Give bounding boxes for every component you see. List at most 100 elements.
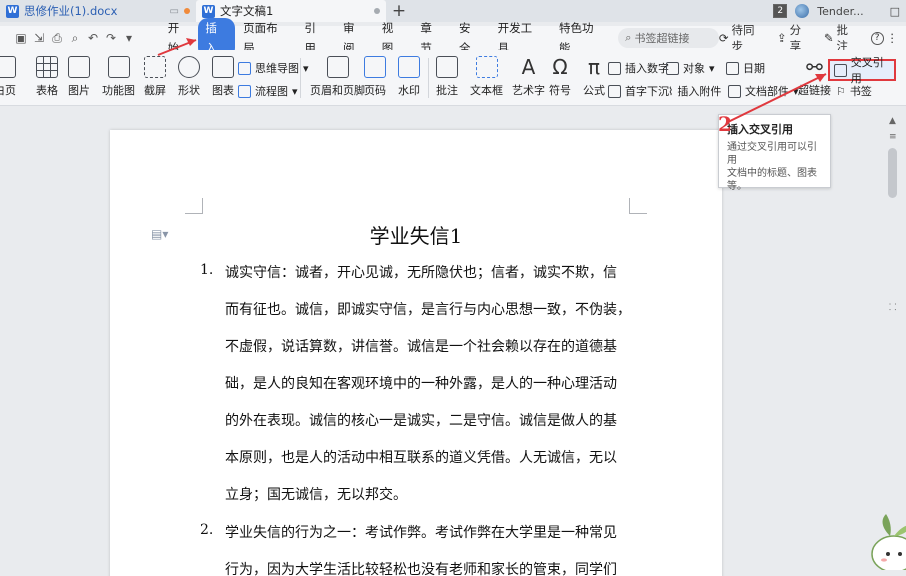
mindmap-icon (238, 61, 251, 75)
flowchart-button[interactable]: 流程图 ▾ (238, 83, 298, 99)
scroll-up-icon[interactable]: ▲ (889, 116, 896, 126)
comment-icon: ✎ (823, 31, 834, 45)
paragraph-line: 立身；国无诚信，无以邦交。 (225, 487, 407, 503)
bookmark-icon: ⚐ (836, 84, 846, 98)
tooltip-line: 通过交叉引用可以引用 (727, 142, 817, 166)
object-icon (666, 61, 679, 75)
table-button[interactable]: 表格 (36, 56, 58, 98)
export-pdf-icon[interactable]: ⇲ (32, 31, 46, 45)
window-count-badge[interactable]: 2 (773, 4, 788, 18)
formula-button[interactable]: π 公式 (583, 56, 605, 98)
tooltip-title: 插入交叉引用 (727, 123, 793, 136)
page-number-icon (364, 56, 386, 78)
help-icon[interactable]: ? (870, 31, 884, 45)
textbox-button[interactable]: 文本框 (470, 56, 503, 98)
scroll-prev-icon[interactable]: ≡ (889, 132, 897, 142)
scroll-settings-icon[interactable]: ⸬ (889, 300, 896, 313)
redo-icon[interactable]: ↷ (104, 31, 118, 45)
picture-button[interactable]: 图片 (68, 56, 90, 98)
scissors-icon (144, 56, 166, 78)
object-button[interactable]: 对象 ▾ (666, 60, 715, 76)
symbol-button[interactable]: Ω 符号 (549, 56, 571, 98)
share-icon: ⇪ (776, 31, 787, 45)
assistant-mascot-icon[interactable] (868, 510, 906, 570)
word-doc-icon: W (6, 4, 19, 18)
sync-icon: ⟳ (718, 31, 729, 45)
calendar-icon (726, 61, 739, 75)
search-input[interactable]: ⌕ 书签超链接 (618, 28, 719, 48)
mindmap-button[interactable]: 思维导图 ▾ (238, 60, 309, 76)
comment-button[interactable]: 批注 (436, 56, 458, 98)
watermark-button[interactable]: 水印 (398, 56, 420, 98)
paperclip-icon: ⌇ (668, 84, 674, 98)
ribbon-divider (300, 58, 301, 98)
bar-chart-icon (212, 56, 234, 78)
drop-cap-button[interactable]: 首字下沉 (608, 83, 669, 99)
user-avatar[interactable] (795, 4, 810, 18)
number-icon (608, 61, 621, 75)
pi-icon: π (587, 55, 601, 79)
shape-icon (178, 56, 200, 78)
menu-bar: ▣ ⇲ ⎙ ⌕ ↶ ↷ ▾ 开始 插入 页面布局 引用 审阅 视图 章节 安全 … (0, 18, 906, 58)
user-name[interactable]: Tender... (817, 5, 863, 18)
ribbon-divider (428, 58, 429, 98)
save-icon[interactable]: ▣ (14, 31, 28, 45)
margin-corner-mark (629, 198, 647, 214)
word-doc-icon: W (202, 4, 215, 18)
doc-parts-button[interactable]: 文档部件 ▾ (728, 83, 799, 99)
flowchart-icon (238, 84, 251, 98)
comment-icon (436, 56, 458, 78)
cross-reference-tooltip: 插入交叉引用 通过交叉引用可以引用 文档中的标题、图表 等。 (718, 114, 831, 192)
textbox-icon (475, 56, 498, 78)
hyperlink-button[interactable]: ⚯ 超链接 (798, 56, 831, 98)
blank-page-icon (0, 56, 16, 78)
search-icon: ⌕ (625, 31, 632, 44)
page-number-button[interactable]: 页码 (364, 56, 386, 98)
paragraph-line: 础，是人的良知在客观环境中的一种外露，是人的一种心理活动 (225, 376, 617, 392)
blank-page-button[interactable]: 白页 (0, 56, 16, 98)
tooltip-line: 等。 (727, 181, 747, 192)
doc-parts-icon (728, 84, 741, 98)
print-icon[interactable]: ⎙ (50, 31, 64, 46)
quick-access-toolbar: ▣ ⇲ ⎙ ⌕ ↶ ↷ ▾ (0, 31, 160, 46)
customize-chevron-icon[interactable]: ▾ (122, 31, 136, 45)
document-title[interactable]: 学业失信1 (110, 220, 722, 249)
watermark-icon (398, 56, 420, 78)
search-placeholder: 书签超链接 (634, 32, 690, 45)
header-footer-button[interactable]: 页眉和页脚 (310, 56, 365, 98)
undo-icon[interactable]: ↶ (86, 31, 100, 45)
tab-close-dot-icon[interactable] (374, 8, 380, 14)
shape-button[interactable]: 形状 (178, 56, 200, 98)
tab-doc-2-label: 文字文稿1 (220, 4, 274, 18)
insert-number-button[interactable]: 插入数字 (608, 60, 669, 76)
monitor-icon[interactable]: ▭ (170, 6, 179, 17)
date-button[interactable]: 日期 (726, 60, 765, 76)
restore-window-icon[interactable]: □ (890, 5, 900, 18)
print-preview-icon[interactable]: ⌕ (68, 31, 82, 46)
paragraph-line: 的外在表现。诚信的核心一是诚实，二是守信。诚信是做人的基 (225, 413, 617, 429)
wordart-icon: A (521, 55, 536, 79)
insert-attachment-button[interactable]: ⌇ 插入附件 (668, 83, 721, 99)
cross-reference-icon (834, 63, 847, 77)
list-number: 1. (200, 262, 214, 278)
screenshot-button[interactable]: 截屏 (144, 56, 166, 98)
drop-cap-icon (608, 84, 621, 98)
tooltip-line: 文档中的标题、图表 (727, 168, 817, 179)
picture-icon (68, 56, 90, 78)
scrollbar-thumb[interactable] (888, 148, 897, 198)
tab-doc-1-label: 思修作业(1).docx (24, 4, 118, 18)
table-icon (36, 56, 58, 78)
cross-reference-button[interactable]: 交叉引用 (828, 56, 896, 85)
chart-button[interactable]: 图表 (212, 56, 234, 98)
more-icon[interactable]: ⋮ (887, 31, 899, 45)
omega-icon: Ω (552, 55, 568, 79)
annotation-step-2: 2 (718, 112, 732, 136)
paragraph-line: 诚实守信：诚者，开心见诚，无所隐伏也；信者，诚实不欺，信 (225, 265, 617, 281)
wordart-button[interactable]: A 艺术字 (512, 56, 545, 98)
paragraph-line: 不虚假，说话算数，讲信誉。诚信是一个社会赖以存在的道德基 (225, 339, 617, 355)
paragraph-line: 行为，因为大学生活比较轻松也没有老师和家长的管束，同学们 (225, 562, 617, 576)
link-icon: ⚯ (806, 55, 823, 79)
unsaved-dot-icon (184, 8, 190, 14)
margin-corner-mark (185, 198, 203, 214)
function-chart-button[interactable]: 功能图 (102, 56, 135, 98)
